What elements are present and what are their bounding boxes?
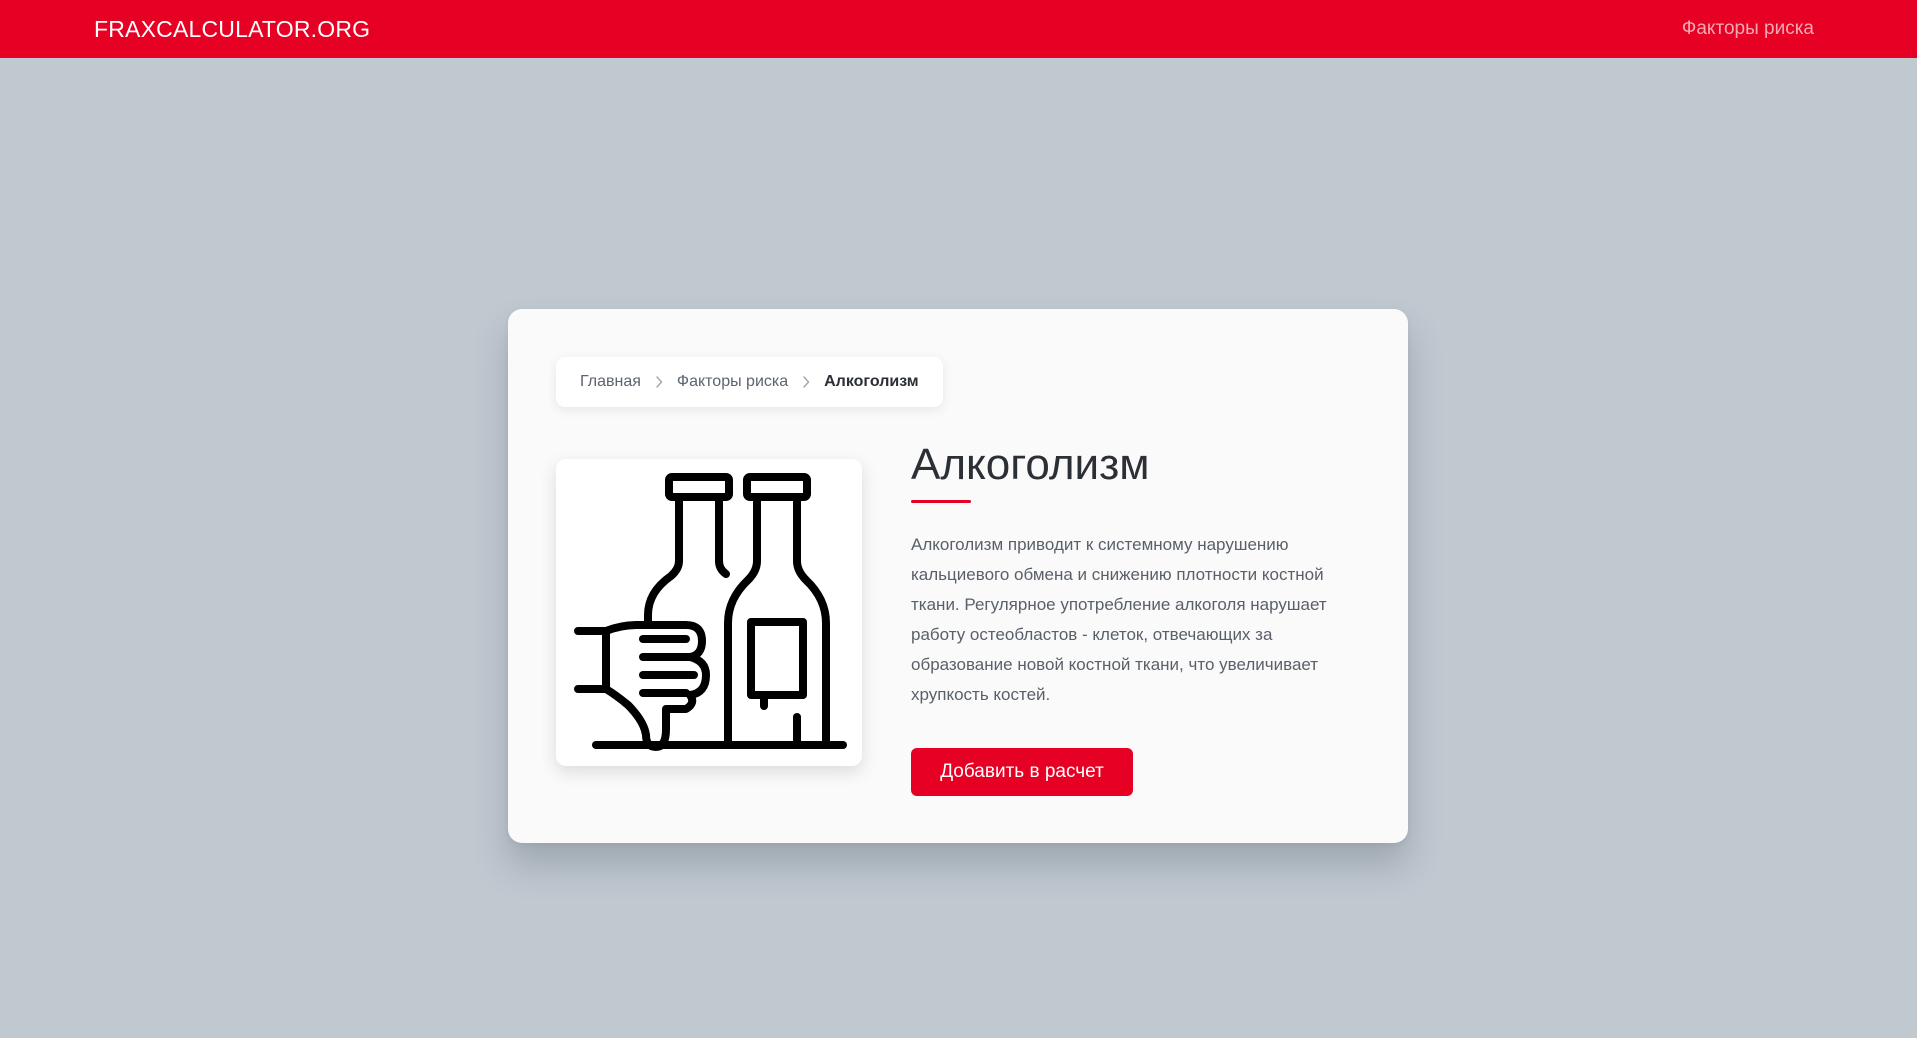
factor-description: Алкоголизм приводит к системному нарушен… [911,535,1327,704]
title-underline [911,500,971,503]
breadcrumb-risk-factors[interactable]: Факторы риска [677,373,788,391]
risk-factor-card: Главная Факторы риска Алкоголизм Алкогол… [508,309,1408,843]
breadcrumb-home[interactable]: Главная [580,373,641,391]
chevron-right-icon [796,376,816,388]
bottles-thumbs-down-icon [574,473,847,751]
breadcrumb: Главная Факторы риска Алкоголизм [556,357,943,407]
chevron-right-icon [649,376,669,388]
breadcrumb-current: Алкоголизм [824,373,919,390]
add-to-calculation-button[interactable]: Добавить в расчет [911,748,1133,796]
top-navbar: FRAXCALCULATOR.ORG Факторы риска [0,0,1917,58]
nav-link-risk-factors[interactable]: Факторы риска [1682,16,1814,42]
page-title: Алкоголизм [911,440,1150,489]
site-logo-link[interactable]: FRAXCALCULATOR.ORG [94,14,370,44]
factor-illustration [556,459,862,766]
